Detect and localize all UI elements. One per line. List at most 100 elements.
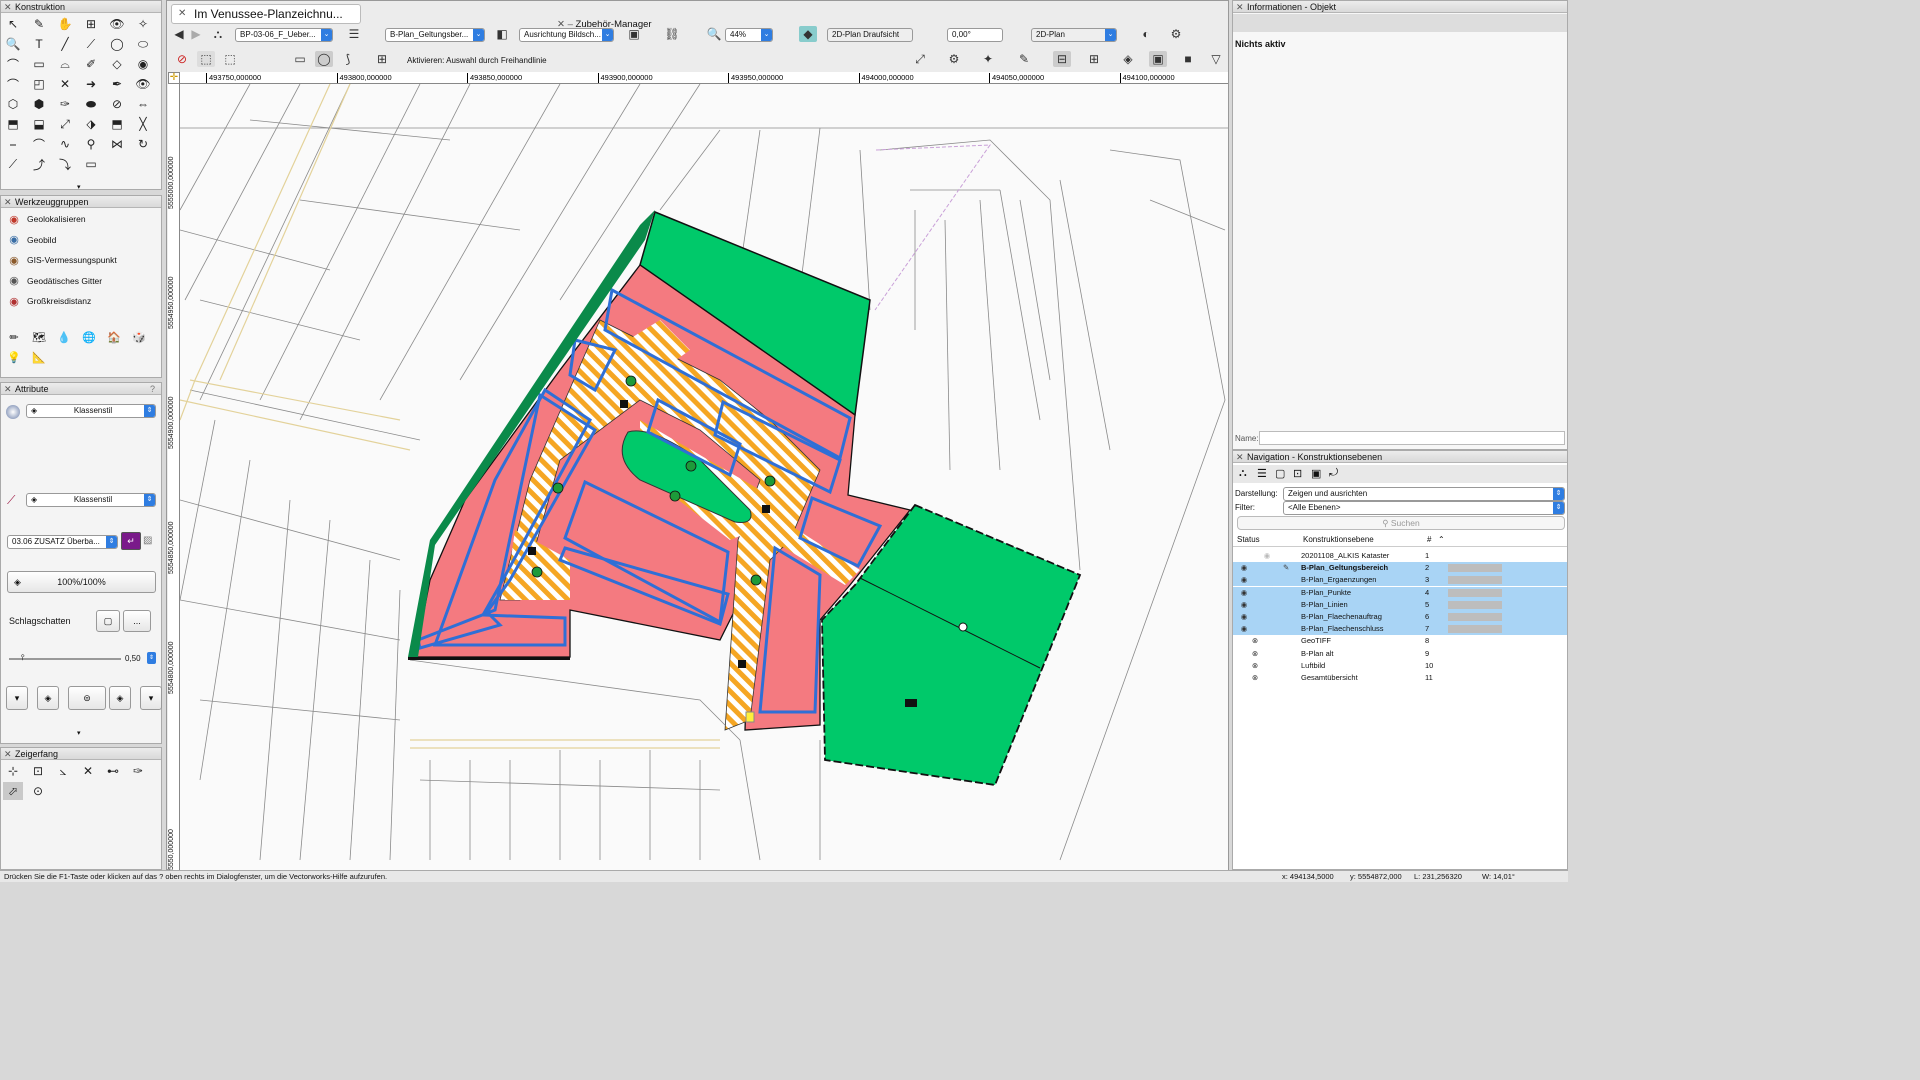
zoom-icon[interactable]: 🔍 — [705, 26, 723, 42]
pen-icon[interactable]: ⟋ — [7, 493, 15, 508]
eye-icon[interactable]: ◉ — [1238, 587, 1250, 599]
hidden-icon[interactable]: ⊗ — [1249, 672, 1261, 684]
sheet-icon[interactable]: ⛬ — [209, 26, 227, 42]
tool-set-icon[interactable]: 📐 — [28, 348, 50, 366]
ruler-corner[interactable]: ✛ — [168, 72, 180, 84]
lighting-icon[interactable]: ◐ — [1137, 26, 1155, 42]
construction-tool-icon[interactable]: ⬗ — [81, 115, 101, 133]
snap-icon[interactable]: ✑ — [128, 762, 148, 780]
hidden-icon[interactable]: ⊗ — [1249, 635, 1261, 647]
construction-tool-icon[interactable]: ▭ — [81, 155, 101, 173]
layer-opacity-bar[interactable] — [1448, 564, 1502, 573]
construction-tool-icon[interactable]: ⌒ — [29, 135, 49, 153]
construction-tool-icon[interactable]: ⌓ — [55, 55, 75, 73]
construction-tool-icon[interactable]: ⟋ — [81, 35, 101, 53]
close-icon[interactable]: ✕ — [4, 1, 12, 13]
tool-group-item[interactable]: ◉ Geobild — [1, 230, 161, 250]
construction-tool-icon[interactable]: ◯ — [107, 35, 127, 53]
snap-icon[interactable]: ⊷ — [103, 762, 123, 780]
layer-row[interactable]: ◉ B-Plan_Linien 5 — [1233, 598, 1567, 611]
construction-tool-icon[interactable]: T — [29, 35, 49, 53]
snap-tool-icon[interactable]: ⤢ — [911, 51, 929, 67]
eye-icon[interactable]: ◉ — [1238, 623, 1250, 635]
drawing-canvas[interactable] — [180, 84, 1228, 870]
document-tab[interactable]: ✕ Im Venussee-Planzeichnu... — [171, 4, 361, 24]
snap-icon[interactable]: ⊹ — [3, 762, 23, 780]
opacity-button[interactable]: ◈ 100%/100% — [7, 571, 156, 593]
edit-icon[interactable]: ✎ — [1015, 51, 1033, 67]
construction-tool-icon[interactable]: ⟋ — [3, 155, 23, 173]
construction-tool-icon[interactable]: ⬓ — [29, 115, 49, 133]
line-type-select[interactable]: 03.06 ZUSATZ Überba... ⇕ — [7, 535, 118, 549]
layer-row[interactable]: ⊗ GeoTIFF 8 — [1233, 635, 1567, 647]
view-select[interactable]: Ausrichtung Bildsch... ⌄ — [519, 28, 614, 42]
construction-tool-icon[interactable]: ⤴ — [29, 155, 49, 173]
construction-tool-icon[interactable]: ∿ — [55, 135, 75, 153]
construction-tool-icon[interactable]: ↖ — [3, 15, 23, 33]
sheet-tab-icon[interactable]: ▢ — [1275, 467, 1285, 480]
pen-style-select[interactable]: ◈ Klassenstil ⇕ — [26, 493, 156, 507]
slider-thumb[interactable]: ⫯ — [21, 653, 24, 663]
construction-tool-icon[interactable]: ⊞ — [81, 15, 101, 33]
layer-row[interactable]: ◉ B-Plan_Punkte 4 — [1233, 586, 1567, 599]
lasso-icon[interactable]: ◯ — [315, 51, 333, 67]
construction-tool-icon[interactable]: ⌒ — [3, 75, 23, 93]
layer-row[interactable]: ◉ B-Plan_Ergaenzungen 3 — [1233, 574, 1567, 587]
render-mode-icon[interactable]: ◆ — [799, 26, 817, 42]
close-icon[interactable]: ✕ — [1236, 451, 1244, 463]
construction-tool-icon[interactable]: ⊘ — [107, 95, 127, 113]
construction-tool-icon[interactable]: ╳ — [133, 115, 153, 133]
lasso-mode-icon[interactable]: ⬚ — [221, 51, 239, 67]
align-icon[interactable]: ⊟ — [1053, 51, 1071, 67]
snap-icon[interactable]: ⦣ — [53, 762, 73, 780]
construction-tool-icon[interactable]: ◰ — [29, 75, 49, 93]
layer-row[interactable]: ◉ B-Plan_Flaechenauftrag 6 — [1233, 611, 1567, 623]
render-select[interactable]: 2D-Plan ⌄ — [1031, 28, 1117, 42]
arrowhead-button[interactable]: ⊜ — [68, 686, 106, 710]
thickness-stepper[interactable]: ⇕ — [147, 652, 156, 664]
thickness-slider[interactable] — [9, 658, 121, 660]
frame-icon[interactable]: ▣ — [1149, 51, 1167, 67]
construction-tool-icon[interactable]: ✐ — [81, 55, 101, 73]
marquee-icon[interactable]: ▭ — [291, 51, 309, 67]
grid-icon[interactable]: ⊞ — [1085, 51, 1103, 67]
shadow-toggle[interactable]: ▢ — [96, 610, 120, 632]
snap-icon[interactable]: ✕ — [78, 762, 98, 780]
settings-icon[interactable]: ⚙ — [1167, 26, 1185, 42]
layer-row[interactable]: ⊗ Luftbild 10 — [1233, 660, 1567, 672]
square-icon[interactable]: ■ — [1179, 51, 1197, 67]
construction-tool-icon[interactable]: ⬒ — [3, 115, 23, 133]
layer-opacity-bar[interactable] — [1448, 613, 1502, 621]
name-field[interactable] — [1259, 431, 1565, 445]
fill-style-select[interactable]: ◈ Klassenstil ⇕ — [26, 404, 156, 418]
layer-row[interactable]: ⊗ Gesamtübersicht 11 — [1233, 672, 1567, 684]
construction-tool-icon[interactable]: ⋈ — [107, 135, 127, 153]
snap-icon[interactable]: ⊡ — [28, 762, 48, 780]
construction-tool-icon[interactable]: ⬭ — [133, 35, 153, 53]
close-icon[interactable]: ✕ — [1236, 1, 1244, 13]
construction-tool-icon[interactable]: ⬬ — [81, 95, 101, 113]
fill-icon[interactable] — [6, 405, 20, 419]
construction-tool-icon[interactable]: ➜ — [81, 75, 101, 93]
layer-opacity-bar[interactable] — [1448, 600, 1502, 609]
sheet-select[interactable]: BP-03-06_F_Ueber... ⌄ — [235, 28, 333, 42]
col-status[interactable]: Status — [1237, 535, 1260, 544]
camera-icon[interactable]: ▣ — [625, 26, 643, 42]
freehand-icon[interactable]: ⟆ — [339, 51, 357, 67]
rect-select-icon[interactable]: ⬚ — [197, 51, 215, 67]
eye-icon[interactable]: ◉ — [1238, 611, 1250, 623]
view-icon[interactable]: ◧ — [493, 26, 511, 42]
arrowhead-button[interactable]: ◈ — [37, 686, 59, 710]
forward-icon[interactable]: ▶ — [187, 26, 205, 42]
tool-set-icon[interactable]: 🏠 — [103, 328, 125, 346]
snap-icon[interactable]: ⬀ — [3, 782, 23, 800]
arrowhead-button[interactable]: ▾ — [140, 686, 162, 710]
symbol-tab-icon[interactable]: ⤾ — [1329, 467, 1338, 480]
sort-icon[interactable]: ⌃ — [1438, 535, 1445, 544]
tool-group-item[interactable]: ◉ Geolokalisieren — [1, 209, 161, 229]
arrowhead-button[interactable]: ◈ — [109, 686, 131, 710]
tool-set-icon[interactable]: ✏ — [3, 328, 25, 346]
options-icon[interactable]: ⊞ — [373, 51, 391, 67]
tool-set-icon[interactable]: 🌐 — [78, 328, 100, 346]
construction-tool-icon[interactable]: ✋ — [55, 15, 75, 33]
